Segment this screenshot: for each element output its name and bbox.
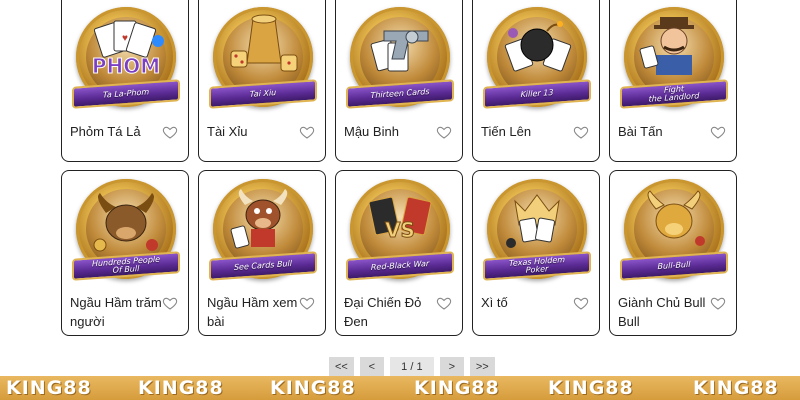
heart-icon[interactable] [436,295,452,311]
brand-logo-text: KING88 [548,377,634,399]
game-card-phom[interactable]: ♥ PHOM Ta La-Phom Phỏm Tá Lả [61,0,189,162]
first-page-button[interactable]: << [329,357,354,377]
game-thumbnail[interactable]: Fight the Landlord [618,5,730,115]
brand-logo-text: KING88 [270,377,356,399]
pagination: << < 1 / 1 > >> [329,357,495,377]
game-title[interactable]: Mậu Binh [344,122,439,141]
game-ribbon-label: Texas Holdem Poker [508,255,566,275]
game-card-bullbull[interactable]: Bull-Bull Giành Chủ Bull Bull [609,170,737,336]
heart-icon[interactable] [162,295,178,311]
heart-icon[interactable] [299,124,315,140]
game-title[interactable]: Ngầu Hầm xem bài [207,293,302,331]
brand-logo-text: KING88 [693,377,779,399]
game-thumbnail[interactable]: Hundreds People Of Bull [70,177,182,287]
game-thumbnail[interactable]: Thirteen Cards [344,5,456,115]
game-ribbon-label: Red-Black War [370,258,430,273]
game-title[interactable]: Xì tố [481,293,576,312]
last-page-button[interactable]: >> [469,357,495,377]
heart-icon[interactable] [573,124,589,140]
game-thumbnail[interactable]: See Cards Bull [207,177,319,287]
game-ribbon-label: Tai Xiu [249,88,277,99]
svg-text:PHOM: PHOM [92,54,160,78]
game-title[interactable]: Ngầu Hầm trăm người [70,293,165,331]
game-title[interactable]: Tài Xỉu [207,122,302,141]
game-thumbnail[interactable]: Killer 13 [481,5,593,115]
svg-text:VS: VS [385,218,415,242]
brand-logo-text: KING88 [414,377,500,399]
heart-icon[interactable] [710,295,726,311]
game-card-daichien[interactable]: VS Red-Black War Đại Chiến Đỏ Đen [335,170,463,336]
game-card-taixiu[interactable]: Tai Xiu Tài Xỉu [198,0,326,162]
game-ribbon-label: Thirteen Cards [370,86,430,101]
heart-icon[interactable] [710,124,726,140]
game-thumbnail[interactable]: Tai Xiu [207,5,319,115]
game-title[interactable]: Tiến Lên [481,122,576,141]
game-ribbon-label: Killer 13 [520,87,554,100]
game-title[interactable]: Bài Tấn [618,122,713,141]
game-card-ngauham-tram[interactable]: Hundreds People Of Bull Ngầu Hầm trăm ng… [61,170,189,336]
prev-page-button[interactable]: < [359,357,384,377]
game-ribbon-label: Ta La-Phom [102,87,150,100]
game-ribbon-label: See Cards Bull [233,258,293,273]
game-card-baitan[interactable]: Fight the Landlord Bài Tấn [609,0,737,162]
game-card-ngauham-xem[interactable]: See Cards Bull Ngầu Hầm xem bài [198,170,326,336]
heart-icon[interactable] [299,295,315,311]
game-card-tienlen[interactable]: Killer 13 Tiến Lên [472,0,600,162]
game-ribbon-label: Fight the Landlord [648,84,700,104]
game-card-maubinh[interactable]: Thirteen Cards Mậu Binh [335,0,463,162]
svg-text:♥: ♥ [122,33,128,44]
game-thumbnail[interactable]: ♥ PHOM Ta La-Phom [70,5,182,115]
game-ribbon-label: Hundreds People Of Bull [91,254,161,275]
game-title[interactable]: Giành Chủ Bull Bull [618,293,713,331]
heart-icon[interactable] [162,124,178,140]
game-thumbnail[interactable]: VS Red-Black War [344,177,456,287]
game-title[interactable]: Đại Chiến Đỏ Đen [344,293,439,331]
game-thumbnail[interactable]: Bull-Bull [618,177,730,287]
next-page-button[interactable]: > [439,357,464,377]
game-card-xito[interactable]: Texas Holdem Poker Xì tố [472,170,600,336]
game-thumbnail[interactable]: Texas Holdem Poker [481,177,593,287]
game-ribbon-label: Bull-Bull [657,259,691,272]
page-indicator: 1 / 1 [389,357,434,377]
brand-banner: KING88 KING88 KING88 KING88 KING88 KING8… [0,376,800,400]
brand-logo-text: KING88 [138,377,224,399]
game-title[interactable]: Phỏm Tá Lả [70,122,165,141]
heart-icon[interactable] [573,295,589,311]
heart-icon[interactable] [436,124,452,140]
brand-logo-text: KING88 [6,377,92,399]
